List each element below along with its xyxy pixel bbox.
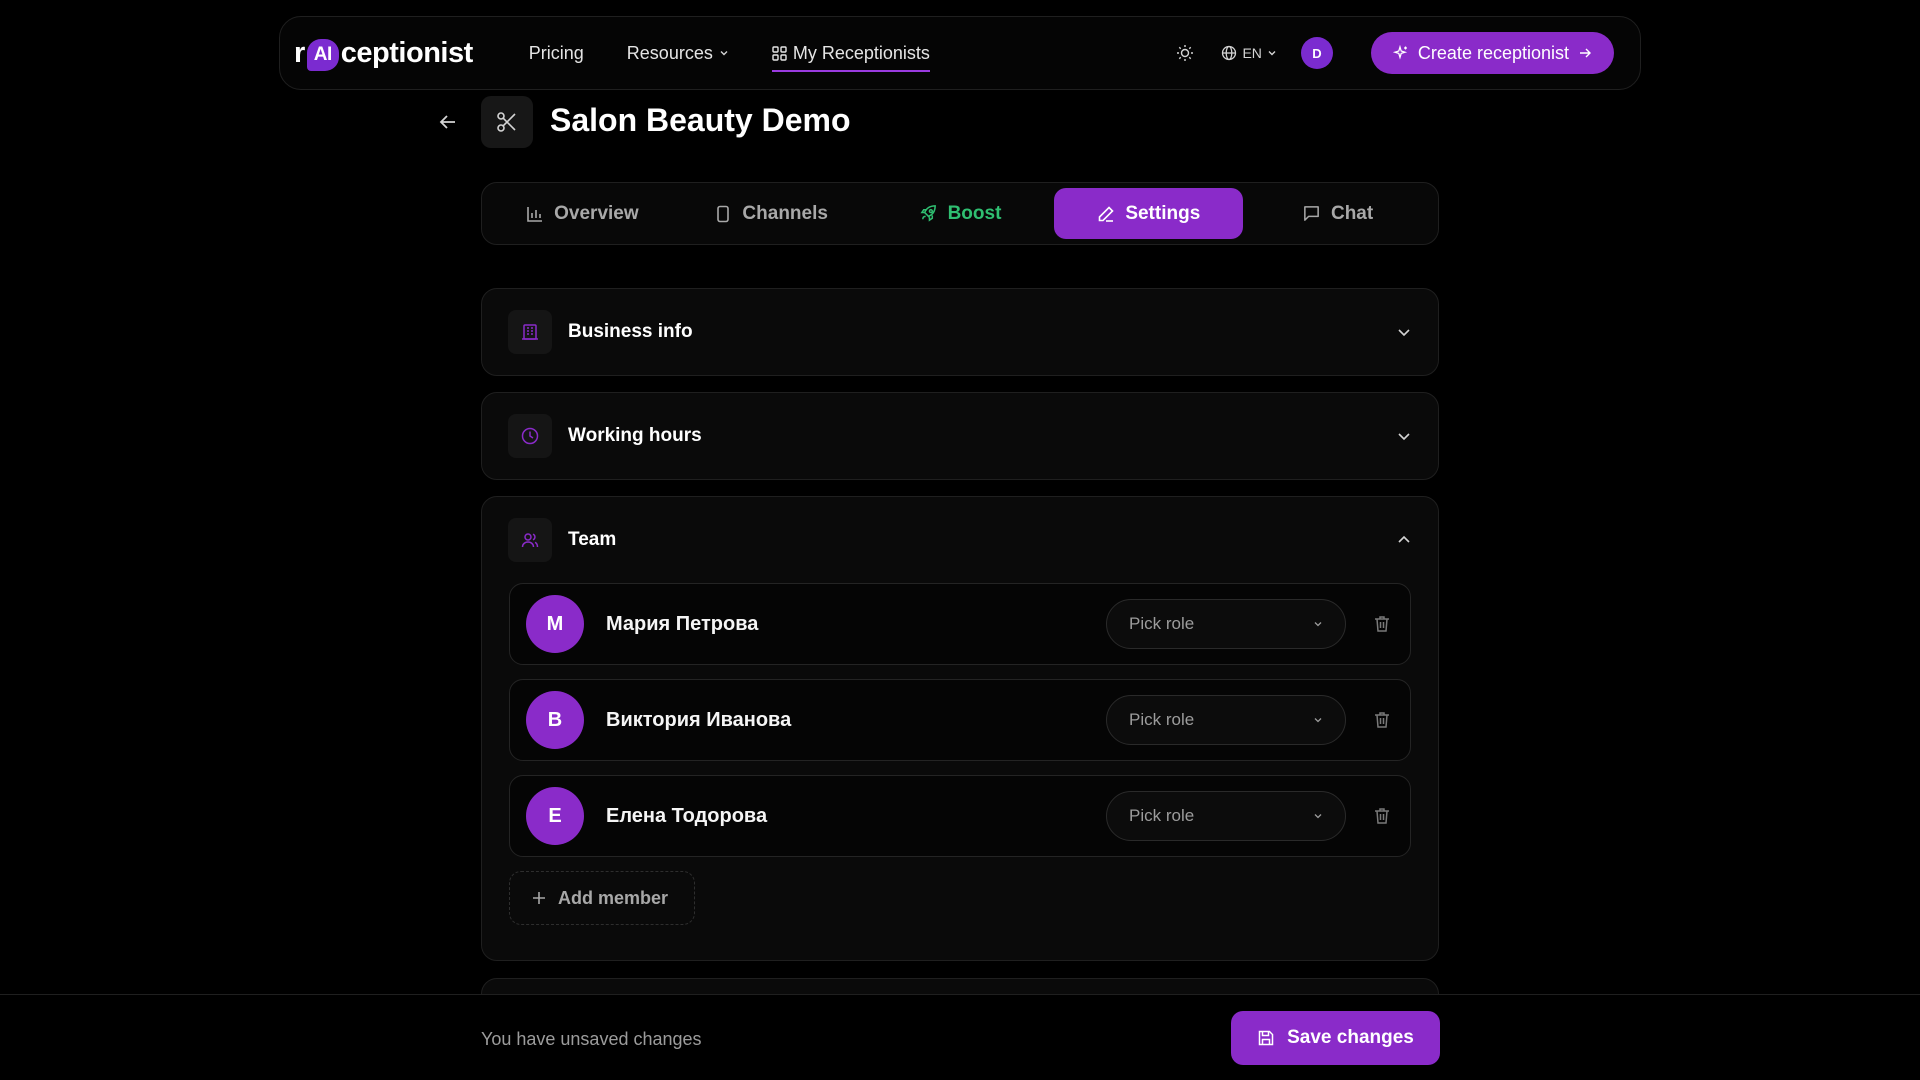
unsaved-status: You have unsaved changes	[481, 1029, 702, 1049]
section-icon-tile	[508, 414, 552, 458]
member-avatar: В	[526, 691, 584, 749]
create-receptionist-label: Create receptionist	[1417, 42, 1569, 63]
tab-label: Boost	[947, 202, 1002, 224]
team-section: Team М Мария Петрова Pick role В Виктори…	[481, 496, 1439, 961]
bar-chart-icon	[527, 206, 543, 222]
language-select[interactable]: EN	[1221, 45, 1276, 61]
chevron-down-icon	[1398, 329, 1410, 337]
receptionist-icon-tile	[481, 96, 533, 148]
receptionist-tabs: Overview Channels Boost Settings Chat	[481, 182, 1439, 245]
role-select-placeholder: Pick role	[1129, 614, 1195, 633]
tab-overview[interactable]: Overview	[488, 188, 677, 239]
tab-label: Channels	[742, 202, 828, 224]
chevron-up-icon	[1398, 535, 1410, 543]
tab-label: Settings	[1125, 202, 1201, 224]
save-icon	[1258, 1030, 1274, 1046]
business-info-header[interactable]: Business info	[482, 289, 1438, 375]
nav-link-pricing[interactable]: Pricing	[529, 16, 584, 90]
role-select[interactable]: Pick role	[1106, 791, 1346, 841]
member-name: Елена Тодорова	[606, 804, 768, 827]
sparkle-icon	[1392, 45, 1408, 60]
role-select[interactable]: Pick role	[1106, 599, 1346, 649]
nav-link-resources[interactable]: Resources	[627, 16, 729, 90]
building-icon	[522, 324, 538, 340]
language-label: EN	[1242, 45, 1262, 61]
delete-member-button[interactable]	[1370, 708, 1394, 732]
chevron-down-icon	[720, 51, 728, 56]
chevron-down-icon	[1398, 433, 1410, 441]
user-avatar[interactable]: D	[1300, 37, 1333, 69]
back-button[interactable]	[437, 111, 459, 133]
team-header[interactable]: Team	[482, 497, 1438, 583]
tab-settings[interactable]: Settings	[1054, 188, 1244, 239]
add-member-button[interactable]: Add member	[509, 871, 695, 925]
tab-boost[interactable]: Boost	[866, 188, 1055, 239]
working-hours-header[interactable]: Working hours	[482, 393, 1438, 479]
arrow-right-icon	[1580, 48, 1591, 58]
clock-icon	[521, 427, 539, 445]
pencil-icon	[1099, 205, 1114, 222]
chat-icon	[1304, 206, 1319, 221]
member-avatar: М	[526, 595, 584, 653]
save-changes-label: Save changes	[1287, 1027, 1414, 1048]
team-member-row: М Мария Петрова Pick role	[509, 583, 1411, 665]
chevron-down-icon	[1314, 622, 1322, 627]
section-icon-tile	[508, 518, 552, 562]
member-avatar: Е	[526, 787, 584, 845]
section-title: Team	[568, 529, 617, 550]
plus-icon	[533, 892, 545, 904]
section-title: Working hours	[568, 425, 702, 446]
arrow-left-icon	[439, 115, 455, 129]
section-title: Business info	[568, 321, 693, 342]
nav-right: EN D Create receptionist	[1171, 32, 1614, 74]
create-receptionist-button[interactable]: Create receptionist	[1370, 32, 1614, 74]
nav-link-my-receptionists[interactable]: My Receptionists	[771, 16, 930, 90]
scissors-icon	[497, 112, 516, 132]
member-name: Виктория Иванова	[606, 708, 792, 731]
logo[interactable]: r AI ceptionist	[294, 36, 473, 71]
nav-links: Pricing Resources My Receptionists	[529, 16, 973, 90]
add-member-label: Add member	[558, 887, 669, 908]
page-title: Salon Beauty Demo	[550, 102, 851, 138]
team-member-row: В Виктория Иванова Pick role	[509, 679, 1411, 761]
role-select[interactable]: Pick role	[1106, 695, 1346, 745]
grid-icon	[772, 45, 787, 61]
chevron-down-icon	[1314, 814, 1322, 819]
tab-label: Overview	[554, 202, 639, 224]
unsaved-changes-bar: You have unsaved changes Save changes	[0, 994, 1920, 1080]
logo-ai-badge: AI	[306, 39, 339, 71]
nav-link-label: Pricing	[528, 42, 584, 63]
logo-suffix: ceptionist	[340, 36, 473, 69]
trash-icon	[1375, 616, 1389, 632]
users-icon	[521, 533, 539, 548]
delete-member-button[interactable]	[1370, 612, 1394, 636]
role-select-placeholder: Pick role	[1129, 710, 1195, 729]
save-changes-button[interactable]: Save changes	[1231, 1011, 1440, 1065]
member-name: Мария Петрова	[606, 612, 759, 635]
nav-link-label: My Receptionists	[792, 42, 930, 63]
logo-prefix: r	[294, 36, 305, 69]
theme-toggle-button[interactable]	[1171, 39, 1199, 67]
delete-member-button[interactable]	[1370, 804, 1394, 828]
trash-icon	[1375, 808, 1389, 824]
top-navbar: r AI ceptionist Pricing Resources My Rec…	[279, 16, 1641, 90]
section-icon-tile	[508, 310, 552, 354]
tab-channels[interactable]: Channels	[677, 188, 866, 239]
tab-label: Chat	[1330, 202, 1374, 224]
sun-icon	[1177, 45, 1194, 61]
chevron-down-icon	[1268, 51, 1276, 56]
tab-chat[interactable]: Chat	[1243, 188, 1432, 239]
working-hours-section: Working hours	[481, 392, 1439, 480]
team-member-row: Е Елена Тодорова Pick role	[509, 775, 1411, 857]
rocket-icon	[920, 205, 936, 222]
chevron-down-icon	[1314, 718, 1322, 723]
phone-icon	[717, 205, 730, 222]
trash-icon	[1375, 712, 1389, 728]
globe-icon	[1222, 45, 1237, 61]
role-select-placeholder: Pick role	[1129, 806, 1195, 825]
nav-link-label: Resources	[626, 42, 713, 63]
business-info-section: Business info	[481, 288, 1439, 376]
